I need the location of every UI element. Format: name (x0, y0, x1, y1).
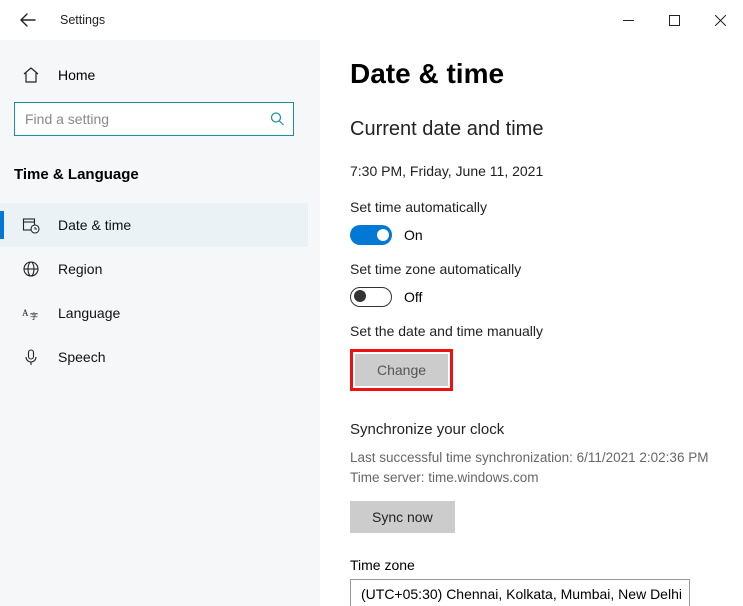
sidebar-item-label: Date & time (58, 217, 131, 233)
sidebar-item-date-time[interactable]: Date & time (0, 203, 308, 247)
current-datetime-value: 7:30 PM, Friday, June 11, 2021 (350, 163, 723, 179)
back-button[interactable] (18, 10, 38, 30)
home-icon (22, 66, 40, 84)
timezone-value: (UTC+05:30) Chennai, Kolkata, Mumbai, Ne… (361, 586, 682, 602)
set-manual-label: Set the date and time manually (350, 323, 723, 339)
sidebar-item-language[interactable]: A字 Language (0, 291, 308, 335)
sidebar-item-label: Language (58, 305, 120, 321)
set-tz-auto-label: Set time zone automatically (350, 261, 723, 277)
sync-server-text: Time server: time.windows.com (350, 468, 723, 488)
sync-heading: Synchronize your clock (350, 421, 723, 438)
toggle-set-tz-auto[interactable] (350, 287, 392, 307)
window-title: Settings (60, 13, 105, 27)
svg-text:字: 字 (30, 311, 38, 321)
sidebar-item-label: Region (58, 261, 102, 277)
window-controls (605, 4, 743, 36)
sync-now-button[interactable]: Sync now (350, 501, 455, 533)
sync-info: Last successful time synchronization: 6/… (350, 448, 723, 489)
main-content: Date & time Current date and time 7:30 P… (320, 40, 743, 606)
globe-icon (22, 260, 40, 278)
minimize-button[interactable] (605, 4, 651, 36)
maximize-button[interactable] (651, 4, 697, 36)
toggle-set-time-auto-state: On (404, 227, 423, 243)
timezone-select[interactable]: (UTC+05:30) Chennai, Kolkata, Mumbai, Ne… (350, 579, 690, 606)
svg-text:A: A (22, 308, 29, 318)
language-icon: A字 (22, 304, 40, 322)
section-current-datetime: Current date and time (350, 118, 723, 141)
set-time-auto-label: Set time automatically (350, 199, 723, 215)
calendar-clock-icon (22, 216, 40, 234)
titlebar: Settings (0, 0, 743, 40)
page-title: Date & time (350, 58, 723, 90)
sidebar: Home Time & Language Date & time (0, 40, 320, 606)
search-input[interactable] (15, 111, 293, 127)
toggle-set-tz-auto-state: Off (404, 289, 422, 305)
sidebar-item-label: Speech (58, 349, 105, 365)
change-button[interactable]: Change (355, 354, 448, 386)
sidebar-home-label: Home (58, 67, 95, 83)
toggle-set-time-auto[interactable] (350, 225, 392, 245)
timezone-label: Time zone (350, 557, 723, 573)
sidebar-item-speech[interactable]: Speech (0, 335, 308, 379)
sidebar-home[interactable]: Home (0, 62, 308, 88)
close-button[interactable] (697, 4, 743, 36)
search-box[interactable] (14, 102, 294, 136)
sidebar-nav: Date & time Region A字 Language Speech (0, 193, 308, 379)
search-icon (270, 112, 285, 127)
sidebar-group-title: Time & Language (0, 136, 308, 193)
sync-last-text: Last successful time synchronization: 6/… (350, 448, 723, 468)
sidebar-item-region[interactable]: Region (0, 247, 308, 291)
change-button-highlight: Change (350, 349, 453, 391)
microphone-icon (22, 348, 40, 366)
